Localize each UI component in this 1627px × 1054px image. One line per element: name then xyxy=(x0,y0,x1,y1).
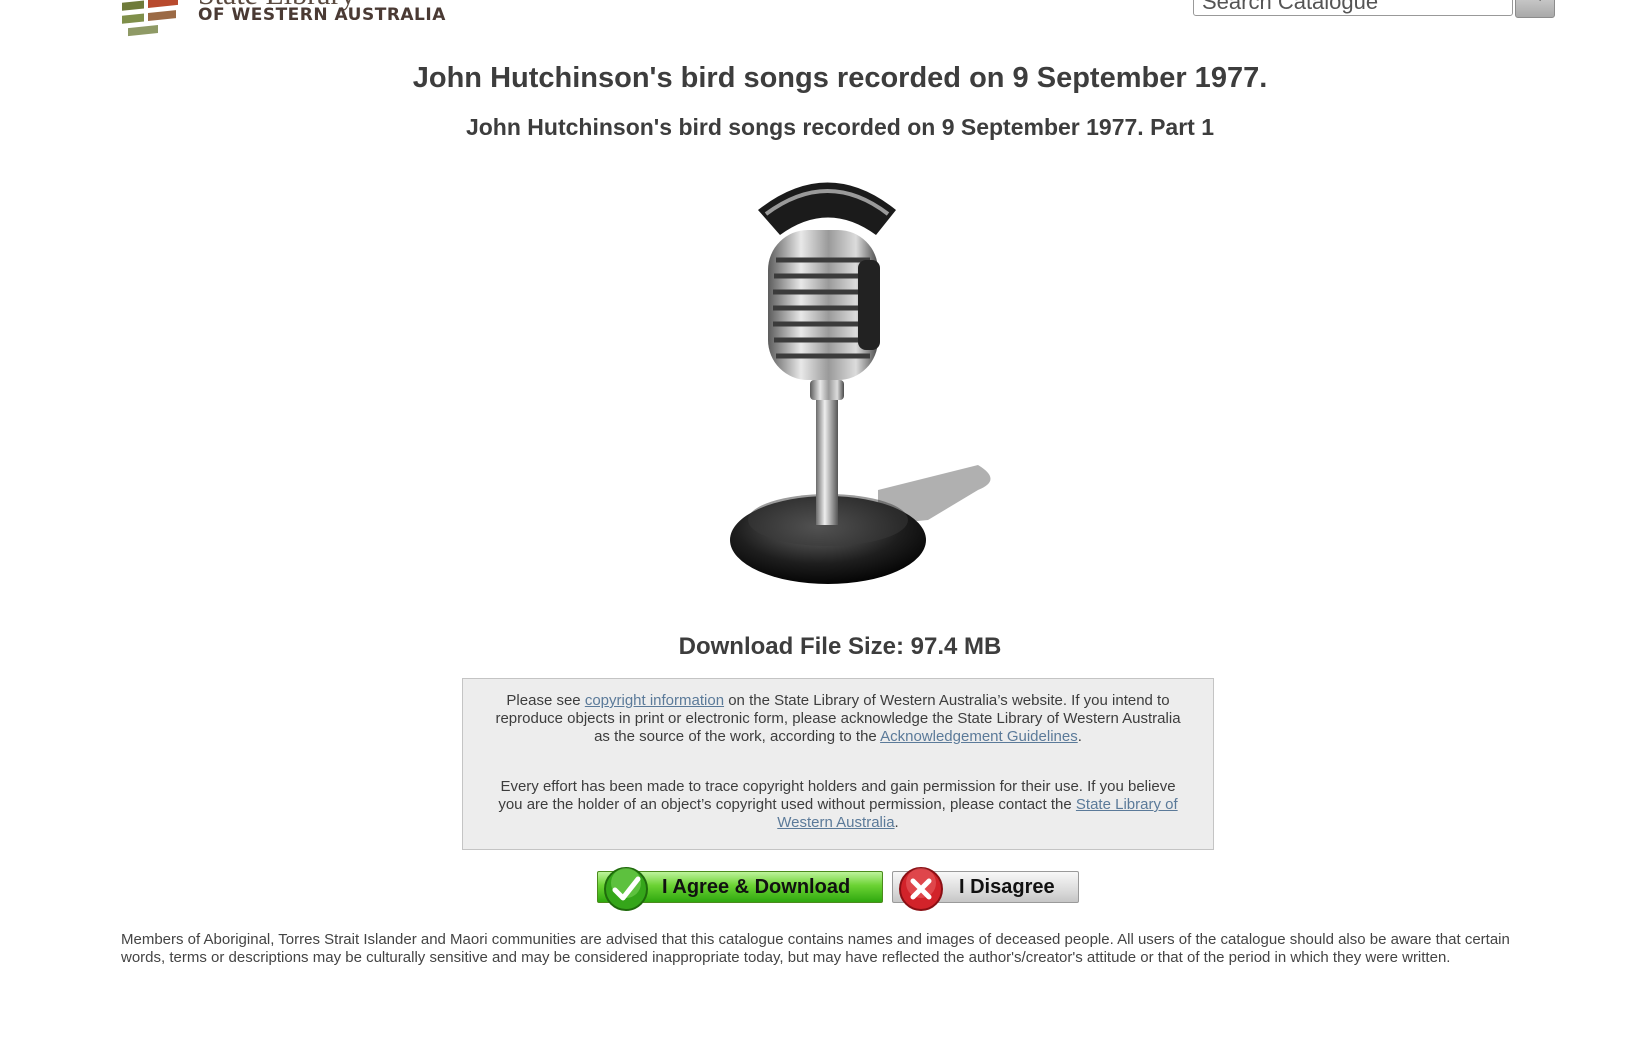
microphone-icon xyxy=(730,182,991,584)
page-title: John Hutchinson's bird songs recorded on… xyxy=(412,62,1268,94)
page: State Library OF WESTERN AUSTRALIA John … xyxy=(0,0,1627,1054)
notice-paragraph-2: Every effort has been made to trace copy… xyxy=(491,778,1185,832)
search-button[interactable] xyxy=(1515,0,1555,18)
notice-text: Every effort has been made to trace copy… xyxy=(498,778,1176,813)
library-logo[interactable]: State Library OF WESTERN AUSTRALIA xyxy=(120,0,480,48)
disagree-button-label: I Disagree xyxy=(959,876,1055,898)
agree-download-button[interactable]: I Agree & Download xyxy=(597,867,883,911)
search-input[interactable] xyxy=(1193,0,1513,16)
agree-button-label: I Agree & Download xyxy=(662,876,851,898)
cultural-disclaimer: Members of Aboriginal, Torres Strait Isl… xyxy=(121,931,1510,966)
search-icon xyxy=(1539,0,1541,1)
disagree-button[interactable]: I Disagree xyxy=(892,867,1079,911)
copyright-notice: Please see copyright information on the … xyxy=(462,678,1214,850)
checkmark-icon xyxy=(604,867,648,911)
page-subtitle: John Hutchinson's bird songs recorded on… xyxy=(465,114,1215,140)
download-file-size: Download File Size: 97.4 MB xyxy=(678,633,1002,660)
notice-paragraph-1: Please see copyright information on the … xyxy=(491,692,1185,746)
library-logo-icon xyxy=(122,0,178,37)
copyright-information-link[interactable]: copyright information xyxy=(585,692,724,709)
notice-text: . xyxy=(894,814,899,831)
catalogue-search xyxy=(1193,0,1555,18)
notice-text: Please see xyxy=(506,692,585,709)
notice-text: . xyxy=(1077,728,1082,745)
close-icon xyxy=(899,867,943,911)
acknowledgement-guidelines-link[interactable]: Acknowledgement Guidelines xyxy=(880,728,1078,745)
logo-subtitle: OF WESTERN AUSTRALIA xyxy=(198,5,446,25)
